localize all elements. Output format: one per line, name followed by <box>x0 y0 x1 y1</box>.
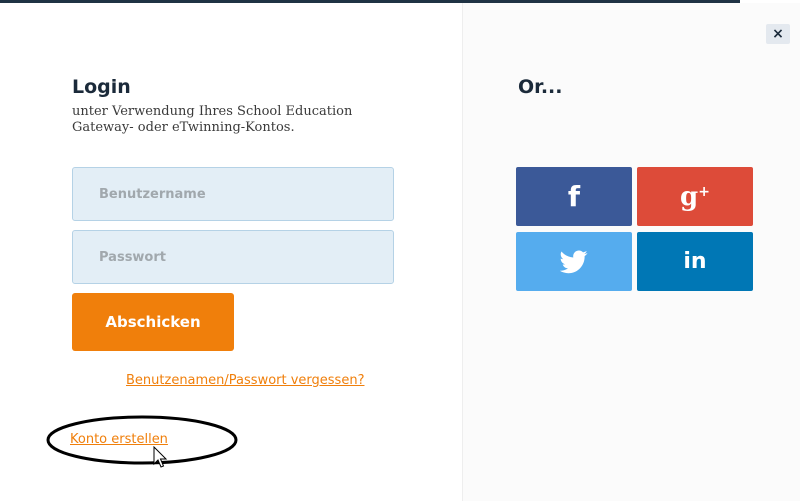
or-title: Or... <box>518 76 563 98</box>
twitter-login-button[interactable] <box>516 232 632 291</box>
close-button[interactable]: × <box>766 24 790 44</box>
mouse-cursor-icon <box>153 446 168 468</box>
linkedin-login-button[interactable]: in <box>637 232 753 291</box>
username-input[interactable] <box>72 167 394 221</box>
login-subtitle: unter Verwendung Ihres School Education … <box>72 104 353 135</box>
google-plus-login-button[interactable]: g + <box>637 167 753 226</box>
close-icon: × <box>772 26 784 42</box>
twitter-icon <box>560 249 588 273</box>
password-input[interactable] <box>72 230 394 284</box>
login-title: Login <box>72 76 131 98</box>
linkedin-icon: in <box>683 249 707 274</box>
forgot-password-link[interactable]: Benutzenamen/Passwort vergessen? <box>126 373 364 388</box>
submit-button[interactable]: Abschicken <box>72 293 234 351</box>
google-plus-icon: g + <box>680 181 710 212</box>
annotation-ellipse <box>46 415 238 465</box>
facebook-login-button[interactable]: f <box>516 167 632 226</box>
facebook-icon: f <box>567 180 581 213</box>
